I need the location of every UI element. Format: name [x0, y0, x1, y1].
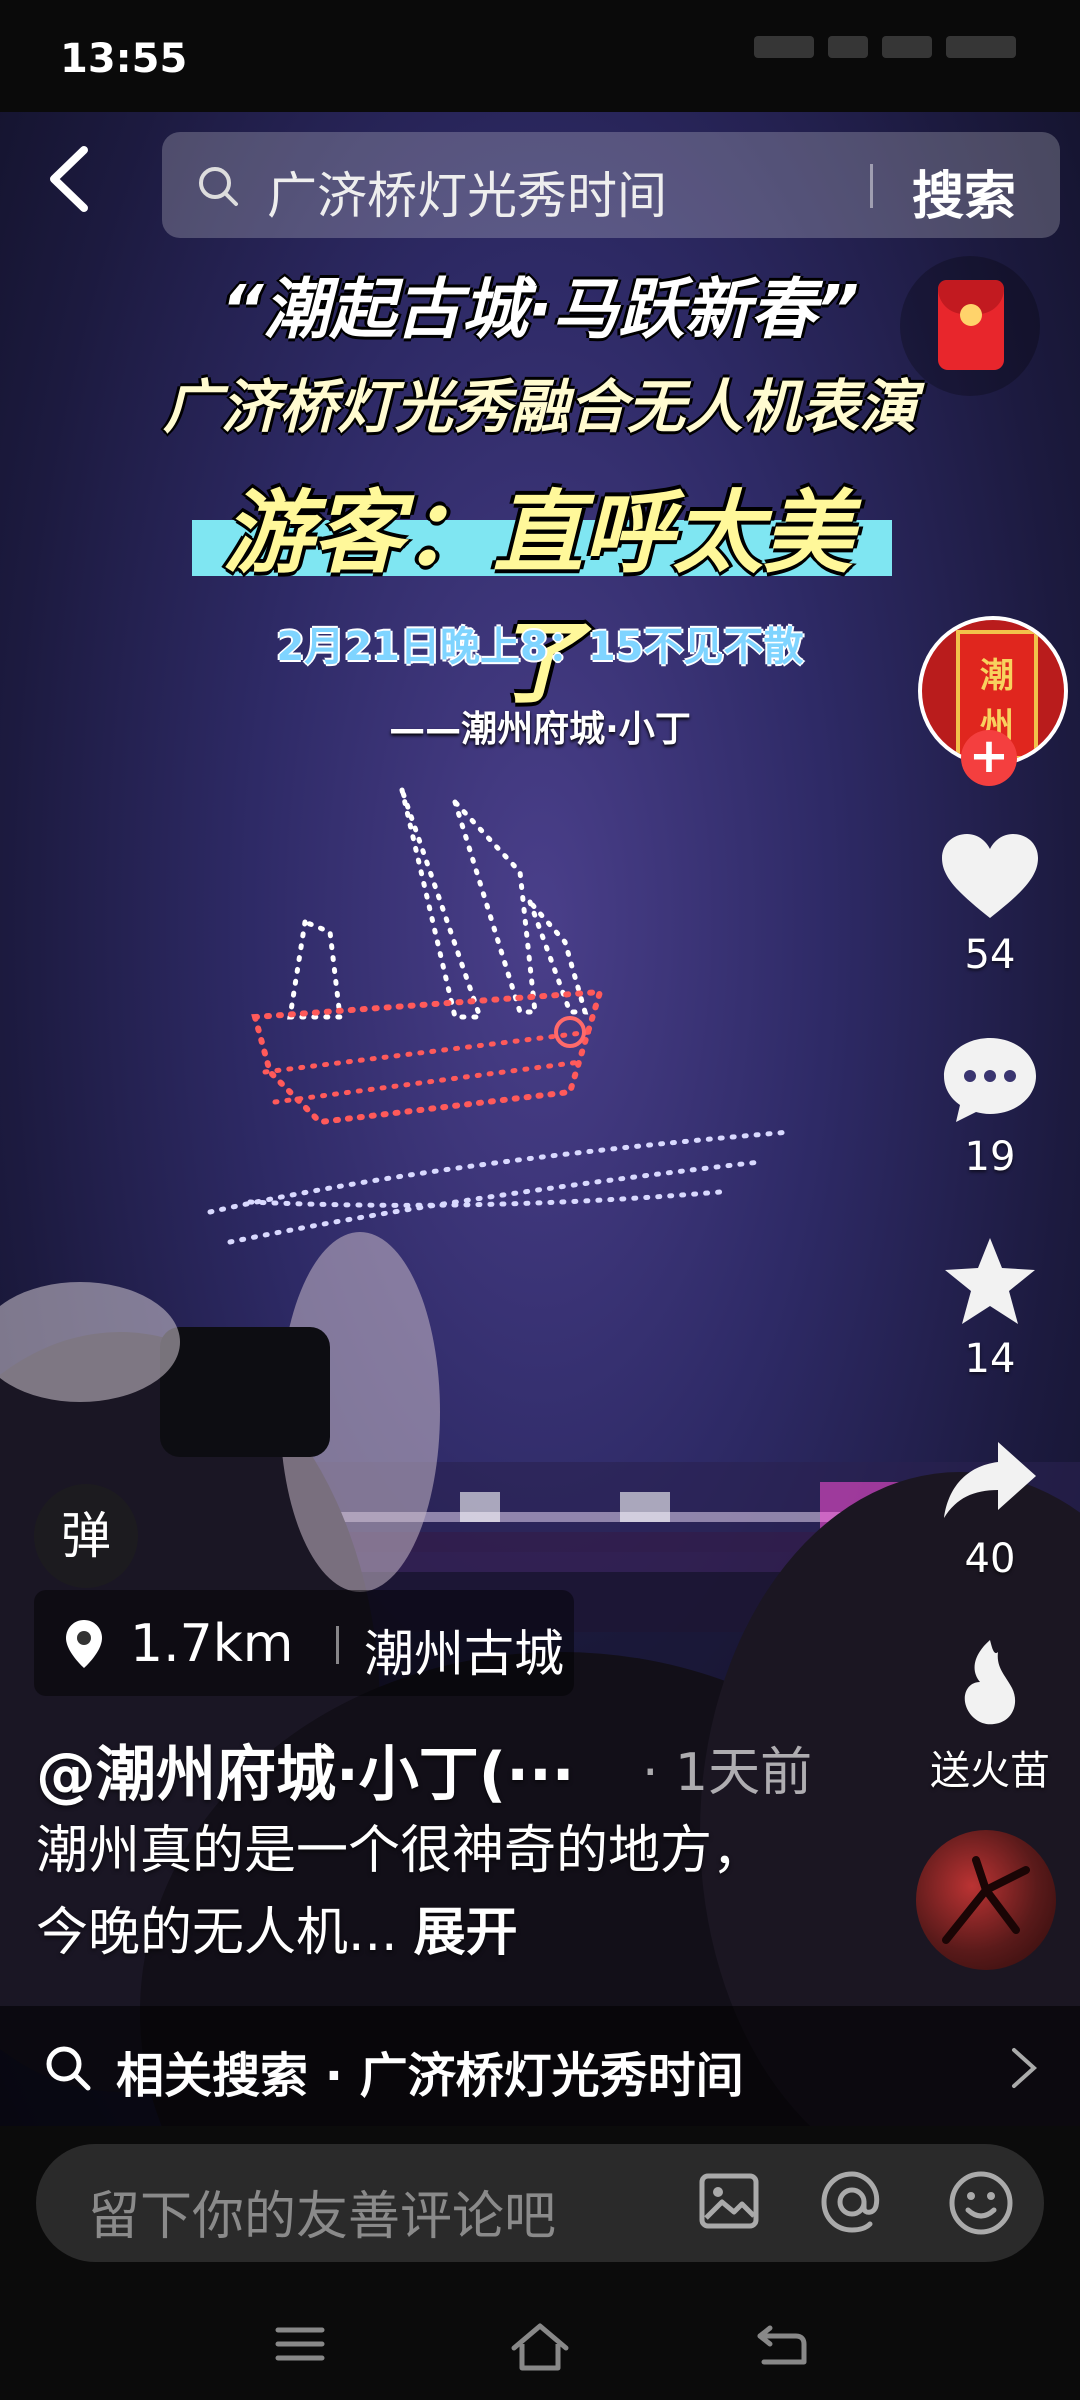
related-search-bar[interactable]: 相关搜索 · 广济桥灯光秀时间 [0, 2006, 1080, 2126]
share-count: 40 [964, 1536, 1016, 1582]
music-disc-image [942, 1856, 1030, 1944]
search-input[interactable]: 广济桥灯光秀时间 [267, 156, 667, 228]
home-icon[interactable] [510, 2322, 570, 2374]
status-icons [740, 36, 1040, 76]
description-text: 潮州真的是一个很神奇的地方，今晚的无人机... [36, 1821, 765, 1963]
send-fire-button[interactable]: 送火苗 [900, 1638, 1080, 1794]
chevron-right-icon [1012, 2048, 1037, 2088]
favorite-count: 14 [964, 1336, 1016, 1382]
location-name: 潮州古城 [364, 1625, 564, 1683]
status-time: 13:55 [60, 36, 188, 82]
back-nav-icon[interactable] [754, 2322, 808, 2368]
system-nav-bar [0, 2302, 1080, 2400]
star-icon [945, 1238, 1035, 1324]
danmaku-toggle[interactable]: 弹 [34, 1484, 138, 1588]
location-tag[interactable]: 1.7km 潮州古城 [34, 1590, 574, 1696]
location-distance: 1.7km [130, 1614, 294, 1674]
at-mention-icon[interactable] [820, 2170, 884, 2234]
author-name[interactable]: @潮州府城·小丁(··· [36, 1726, 575, 1813]
location-divider [336, 1626, 339, 1664]
post-description: 潮州真的是一个很神奇的地方，今晚的无人机... 展开 [36, 1810, 796, 1974]
search-divider [870, 164, 873, 208]
status-bar: 13:55 [0, 0, 1080, 112]
red-packet-icon [938, 280, 1004, 370]
back-arrow-icon [50, 146, 88, 212]
comment-input[interactable]: 留下你的友善评论吧 [36, 2144, 1044, 2262]
comment-placeholder: 留下你的友善评论吧 [88, 2187, 557, 2247]
comment-count: 19 [964, 1134, 1016, 1180]
search-button[interactable]: 搜索 [912, 154, 1016, 229]
bottom-area: 留下你的友善评论吧 [0, 2126, 1080, 2400]
comment-button[interactable]: 19 [900, 1034, 1080, 1184]
like-count: 54 [964, 932, 1016, 978]
overlay-highlight-text: 游客：直呼太美了 [223, 481, 853, 716]
follow-button[interactable]: + [961, 730, 1017, 786]
overlay-date: 2月21日晚上8：15不见不散 [276, 624, 804, 670]
location-pin-icon [66, 1620, 102, 1668]
flame-icon [964, 1640, 1016, 1725]
favorite-button[interactable]: 14 [900, 1236, 1080, 1386]
overlay-highlight: 游客：直呼太美了 [188, 460, 892, 716]
search-bar[interactable]: 广济桥灯光秀时间 搜索 [162, 132, 1060, 238]
top-bar: 广济桥灯光秀时间 搜索 [0, 112, 1080, 252]
comment-icon [944, 1038, 1036, 1122]
expand-link[interactable]: 展开 [414, 1903, 518, 1963]
menu-icon[interactable] [274, 2322, 326, 2366]
search-icon [199, 167, 238, 206]
red-packet-button[interactable] [900, 256, 1040, 396]
share-button[interactable]: 40 [900, 1436, 1080, 1586]
send-fire-label: 送火苗 [930, 1748, 1050, 1794]
share-icon [944, 1442, 1036, 1518]
post-time: · 1天前 [642, 1743, 813, 1803]
like-button[interactable]: 54 [900, 832, 1080, 982]
related-search-text: 相关搜索 · 广济桥灯光秀时间 [116, 2048, 744, 2104]
search-icon [46, 2046, 91, 2091]
avatar-char: 潮 [980, 656, 1014, 696]
back-button[interactable] [42, 140, 102, 218]
heart-icon [942, 834, 1038, 918]
music-disc[interactable] [916, 1830, 1056, 1970]
emoji-icon[interactable] [948, 2170, 1014, 2236]
image-icon[interactable] [698, 2170, 760, 2232]
overlay-author: ——潮州府城·小丁 [389, 709, 691, 750]
